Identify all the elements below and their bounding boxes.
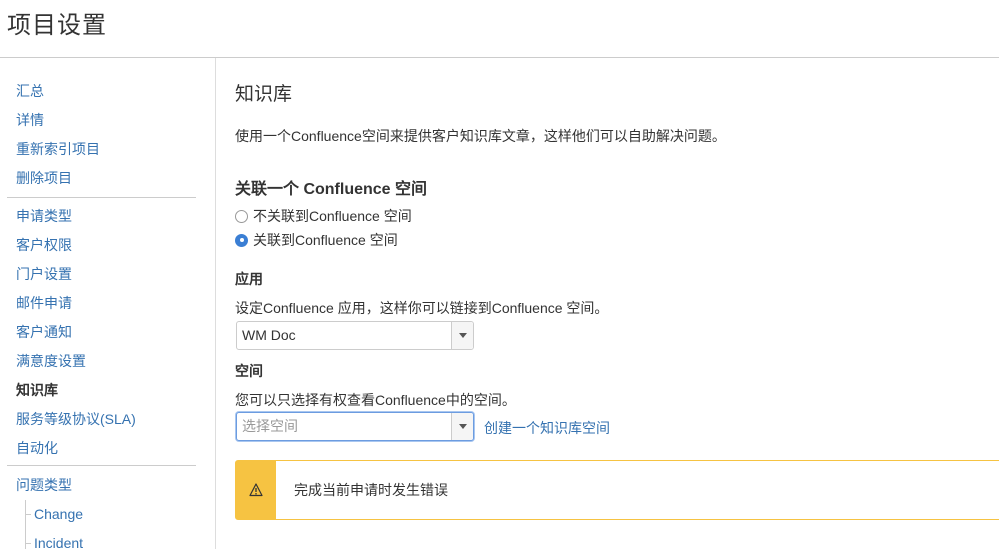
sidebar-item-customer-permissions[interactable]: 客户权限 xyxy=(7,231,196,260)
create-space-link[interactable]: 创建一个知识库空间 xyxy=(484,418,610,438)
sidebar-item-automation[interactable]: 自动化 xyxy=(7,434,196,463)
radio-label: 不关联到Confluence 空间 xyxy=(253,208,412,224)
page-title: 项目设置 xyxy=(7,12,107,39)
sidebar-item-request-types[interactable]: 申请类型 xyxy=(7,202,196,231)
warning-icon xyxy=(249,483,263,497)
tree-tick xyxy=(25,543,31,544)
sidebar: 汇总 详情 重新索引项目 删除项目 申请类型 客户权限 门户设置 邮件申请 客户… xyxy=(0,58,216,549)
space-select[interactable]: 选择空间 xyxy=(236,412,474,441)
intro-text: 使用一个Confluence空间来提供客户知识库文章，这样他们可以自助解决问题。 xyxy=(235,128,726,144)
sidebar-item-summary[interactable]: 汇总 xyxy=(7,77,196,106)
application-label: 应用 xyxy=(235,271,263,287)
nav-group-issue-types: 问题类型 Change Incident xyxy=(7,471,196,549)
radio-link-input[interactable] xyxy=(235,233,248,247)
warning-stripe xyxy=(236,461,276,519)
sidebar-item-details[interactable]: 详情 xyxy=(7,106,196,135)
radio-no-link[interactable]: 不关联到Confluence 空间 xyxy=(235,206,412,226)
sidebar-item-delete-project[interactable]: 删除项目 xyxy=(7,164,196,193)
application-select-value: WM Doc xyxy=(242,327,296,343)
sidebar-item-knowledge-base[interactable]: 知识库 xyxy=(7,376,196,405)
nav-divider xyxy=(7,197,196,198)
sidebar-item-sla[interactable]: 服务等级协议(SLA) xyxy=(7,405,196,434)
sidebar-subitem-change[interactable]: Change xyxy=(7,500,196,529)
radio-label: 关联到Confluence 空间 xyxy=(253,232,398,248)
nav-group-project: 汇总 详情 重新索引项目 删除项目 xyxy=(7,77,196,193)
sidebar-item-customer-notifications[interactable]: 客户通知 xyxy=(7,318,196,347)
sidebar-subitem-label: Incident xyxy=(34,535,84,549)
radio-link[interactable]: 关联到Confluence 空间 xyxy=(235,230,398,250)
page-header: 项目设置 xyxy=(0,0,999,58)
sidebar-item-issue-types[interactable]: 问题类型 xyxy=(7,471,196,500)
sidebar-item-email-requests[interactable]: 邮件申请 xyxy=(7,289,196,318)
select-arrow[interactable] xyxy=(451,413,473,440)
application-select[interactable]: WM Doc xyxy=(236,321,474,350)
tree-line xyxy=(25,529,26,549)
section-title: 知识库 xyxy=(235,84,293,105)
warning-text: 完成当前申请时发生错误 xyxy=(294,482,448,498)
chevron-down-icon xyxy=(459,333,467,338)
radio-no-link-input[interactable] xyxy=(235,209,248,223)
sidebar-subitem-label: Change xyxy=(34,506,84,522)
tree-tick xyxy=(25,514,31,515)
select-arrow[interactable] xyxy=(451,322,473,349)
space-description: 您可以只选择有权查看Confluence中的空间。 xyxy=(235,392,516,408)
link-section-title: 关联一个 Confluence 空间 xyxy=(235,181,428,198)
sidebar-subitem-incident[interactable]: Incident xyxy=(7,529,196,549)
space-select-placeholder: 选择空间 xyxy=(242,418,298,434)
sidebar-item-portal-settings[interactable]: 门户设置 xyxy=(7,260,196,289)
warning-message: 完成当前申请时发生错误 xyxy=(235,460,999,520)
application-description: 设定Confluence 应用，这样你可以链接到Confluence 空间。 xyxy=(235,300,609,316)
sidebar-item-satisfaction-settings[interactable]: 满意度设置 xyxy=(7,347,196,376)
chevron-down-icon xyxy=(459,424,467,429)
nav-divider xyxy=(7,465,196,466)
space-label: 空间 xyxy=(235,363,263,379)
sidebar-item-reindex[interactable]: 重新索引项目 xyxy=(7,135,196,164)
nav-group-service: 申请类型 客户权限 门户设置 邮件申请 客户通知 满意度设置 知识库 服务等级协… xyxy=(7,202,196,463)
